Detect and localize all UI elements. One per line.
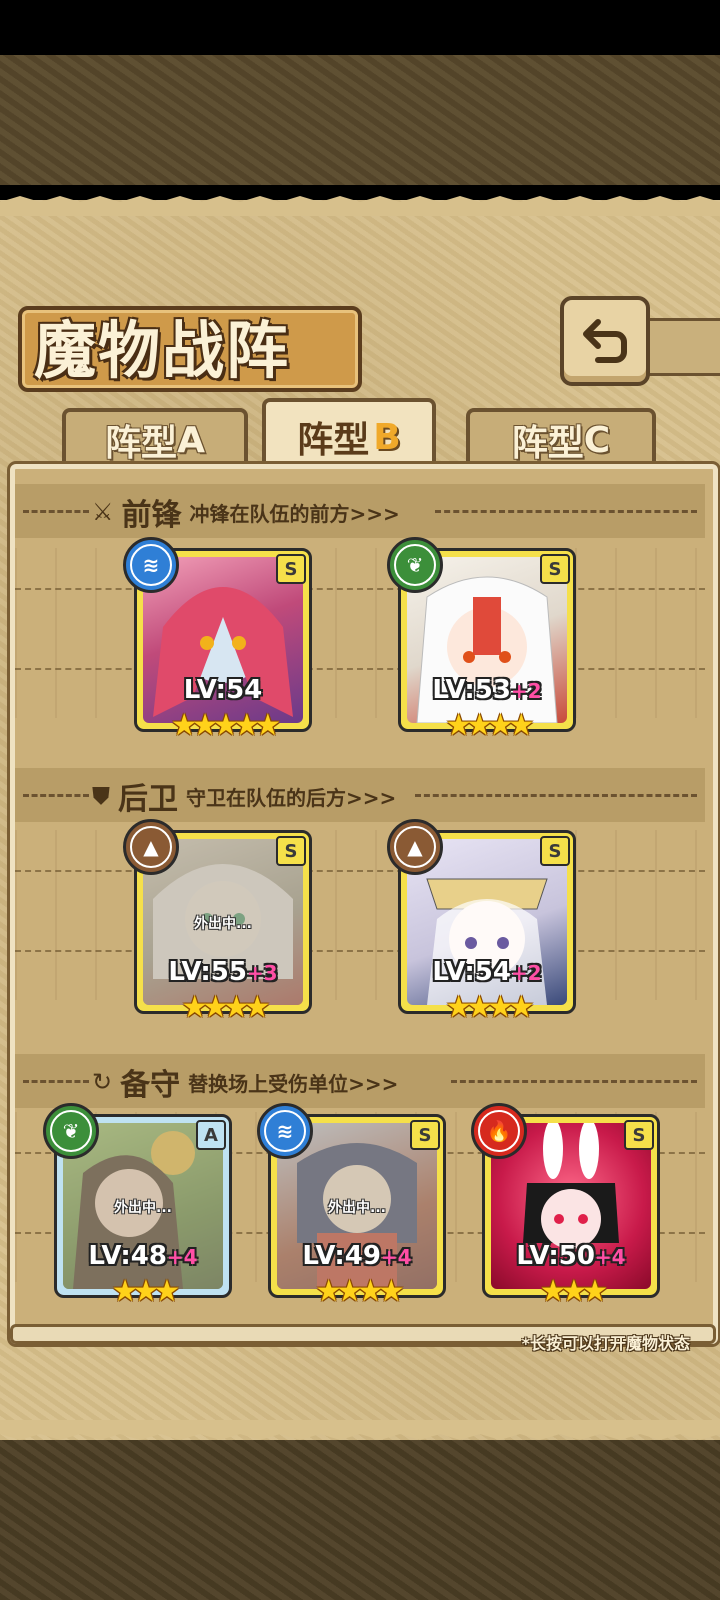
zigzag-edge-top (0, 196, 720, 216)
tab-formation-c[interactable]: 阵型 C (466, 408, 656, 468)
star-rating: ★★★★ (445, 990, 535, 1025)
star-rating: ★★★ (111, 1274, 181, 1309)
rank-badge: S (410, 1120, 440, 1150)
tab-formation-a[interactable]: 阵型 A (62, 408, 248, 468)
away-status: 外出中... (194, 916, 252, 932)
leaf-element-icon: ❦ (43, 1103, 99, 1159)
sword-icon: ⚔ (92, 498, 114, 526)
away-status: 外出中... (114, 1200, 172, 1216)
shield-icon: ⛊ (92, 782, 110, 810)
earth-element-icon: ▲ (123, 819, 179, 875)
rank-badge: S (540, 836, 570, 866)
star-rating: ★★★★ (181, 990, 271, 1025)
section-front-header: ⚔ 前锋 冲锋在队伍的前方>>> (92, 498, 400, 533)
monster-card-front-2[interactable]: S ❦ LV:53+2 ★★★★ (387, 537, 576, 743)
level-label: LV:54 (183, 675, 263, 705)
page-title: 魔物战阵 (34, 314, 291, 387)
back-button[interactable] (560, 296, 650, 386)
star-rating: ★★★★★ (170, 708, 281, 743)
water-element-icon: ≋ (257, 1103, 313, 1159)
water-element-icon: ≋ (123, 537, 179, 593)
monster-card-reserve-1[interactable]: 外出中... A ❦ LV:48+4 ★★★ (43, 1103, 232, 1309)
map-background-bottom (0, 1440, 720, 1600)
leaf-element-icon: ❦ (387, 537, 443, 593)
long-press-hint: *长按可以打开魔物状态 (521, 1334, 690, 1353)
return-icon (583, 319, 627, 363)
front-slot-row (15, 548, 705, 718)
monster-card-reserve-3[interactable]: S 🔥 LV:50+4 ★★★ (471, 1103, 660, 1309)
level-label: LV:48+4 (88, 1241, 198, 1271)
rank-badge: S (276, 554, 306, 584)
tab-formation-b[interactable]: 阵型 B (262, 398, 436, 472)
fire-element-icon: 🔥 (471, 1103, 527, 1159)
swap-icon: ↻ (92, 1068, 113, 1096)
level-label: LV:50+4 (516, 1241, 626, 1271)
rank-badge: S (624, 1120, 654, 1150)
zigzag-edge-bottom (0, 1420, 720, 1440)
section-reserve-header: ↻ 备守 替换场上受伤单位>>> (92, 1068, 399, 1103)
monster-card-front-1[interactable]: S ≋ LV:54 ★★★★★ (123, 537, 312, 743)
level-label: LV:54+2 (432, 957, 542, 987)
section-back-header: ⛊ 后卫 守卫在队伍的后方>>> (92, 782, 397, 817)
monster-card-back-2[interactable]: S ▲ LV:54+2 ★★★★ (387, 819, 576, 1025)
away-status: 外出中... (328, 1200, 386, 1216)
rank-badge: S (276, 836, 306, 866)
map-background-top (0, 55, 720, 185)
back-slot-row (15, 830, 705, 1000)
monster-card-reserve-2[interactable]: 外出中... S ≋ LV:49+4 ★★★★ (257, 1103, 446, 1309)
star-rating: ★★★★ (315, 1274, 405, 1309)
star-rating: ★★★★ (445, 708, 535, 743)
rank-badge: A (196, 1120, 226, 1150)
monster-card-back-1[interactable]: 外出中... S ▲ LV:55+3 ★★★★ (123, 819, 312, 1025)
level-label: LV:49+4 (302, 1241, 412, 1271)
star-rating: ★★★ (539, 1274, 609, 1309)
level-label: LV:55+3 (168, 957, 278, 987)
level-label: LV:53+2 (432, 675, 542, 705)
rank-badge: S (540, 554, 570, 584)
back-rail (640, 318, 720, 376)
earth-element-icon: ▲ (387, 819, 443, 875)
